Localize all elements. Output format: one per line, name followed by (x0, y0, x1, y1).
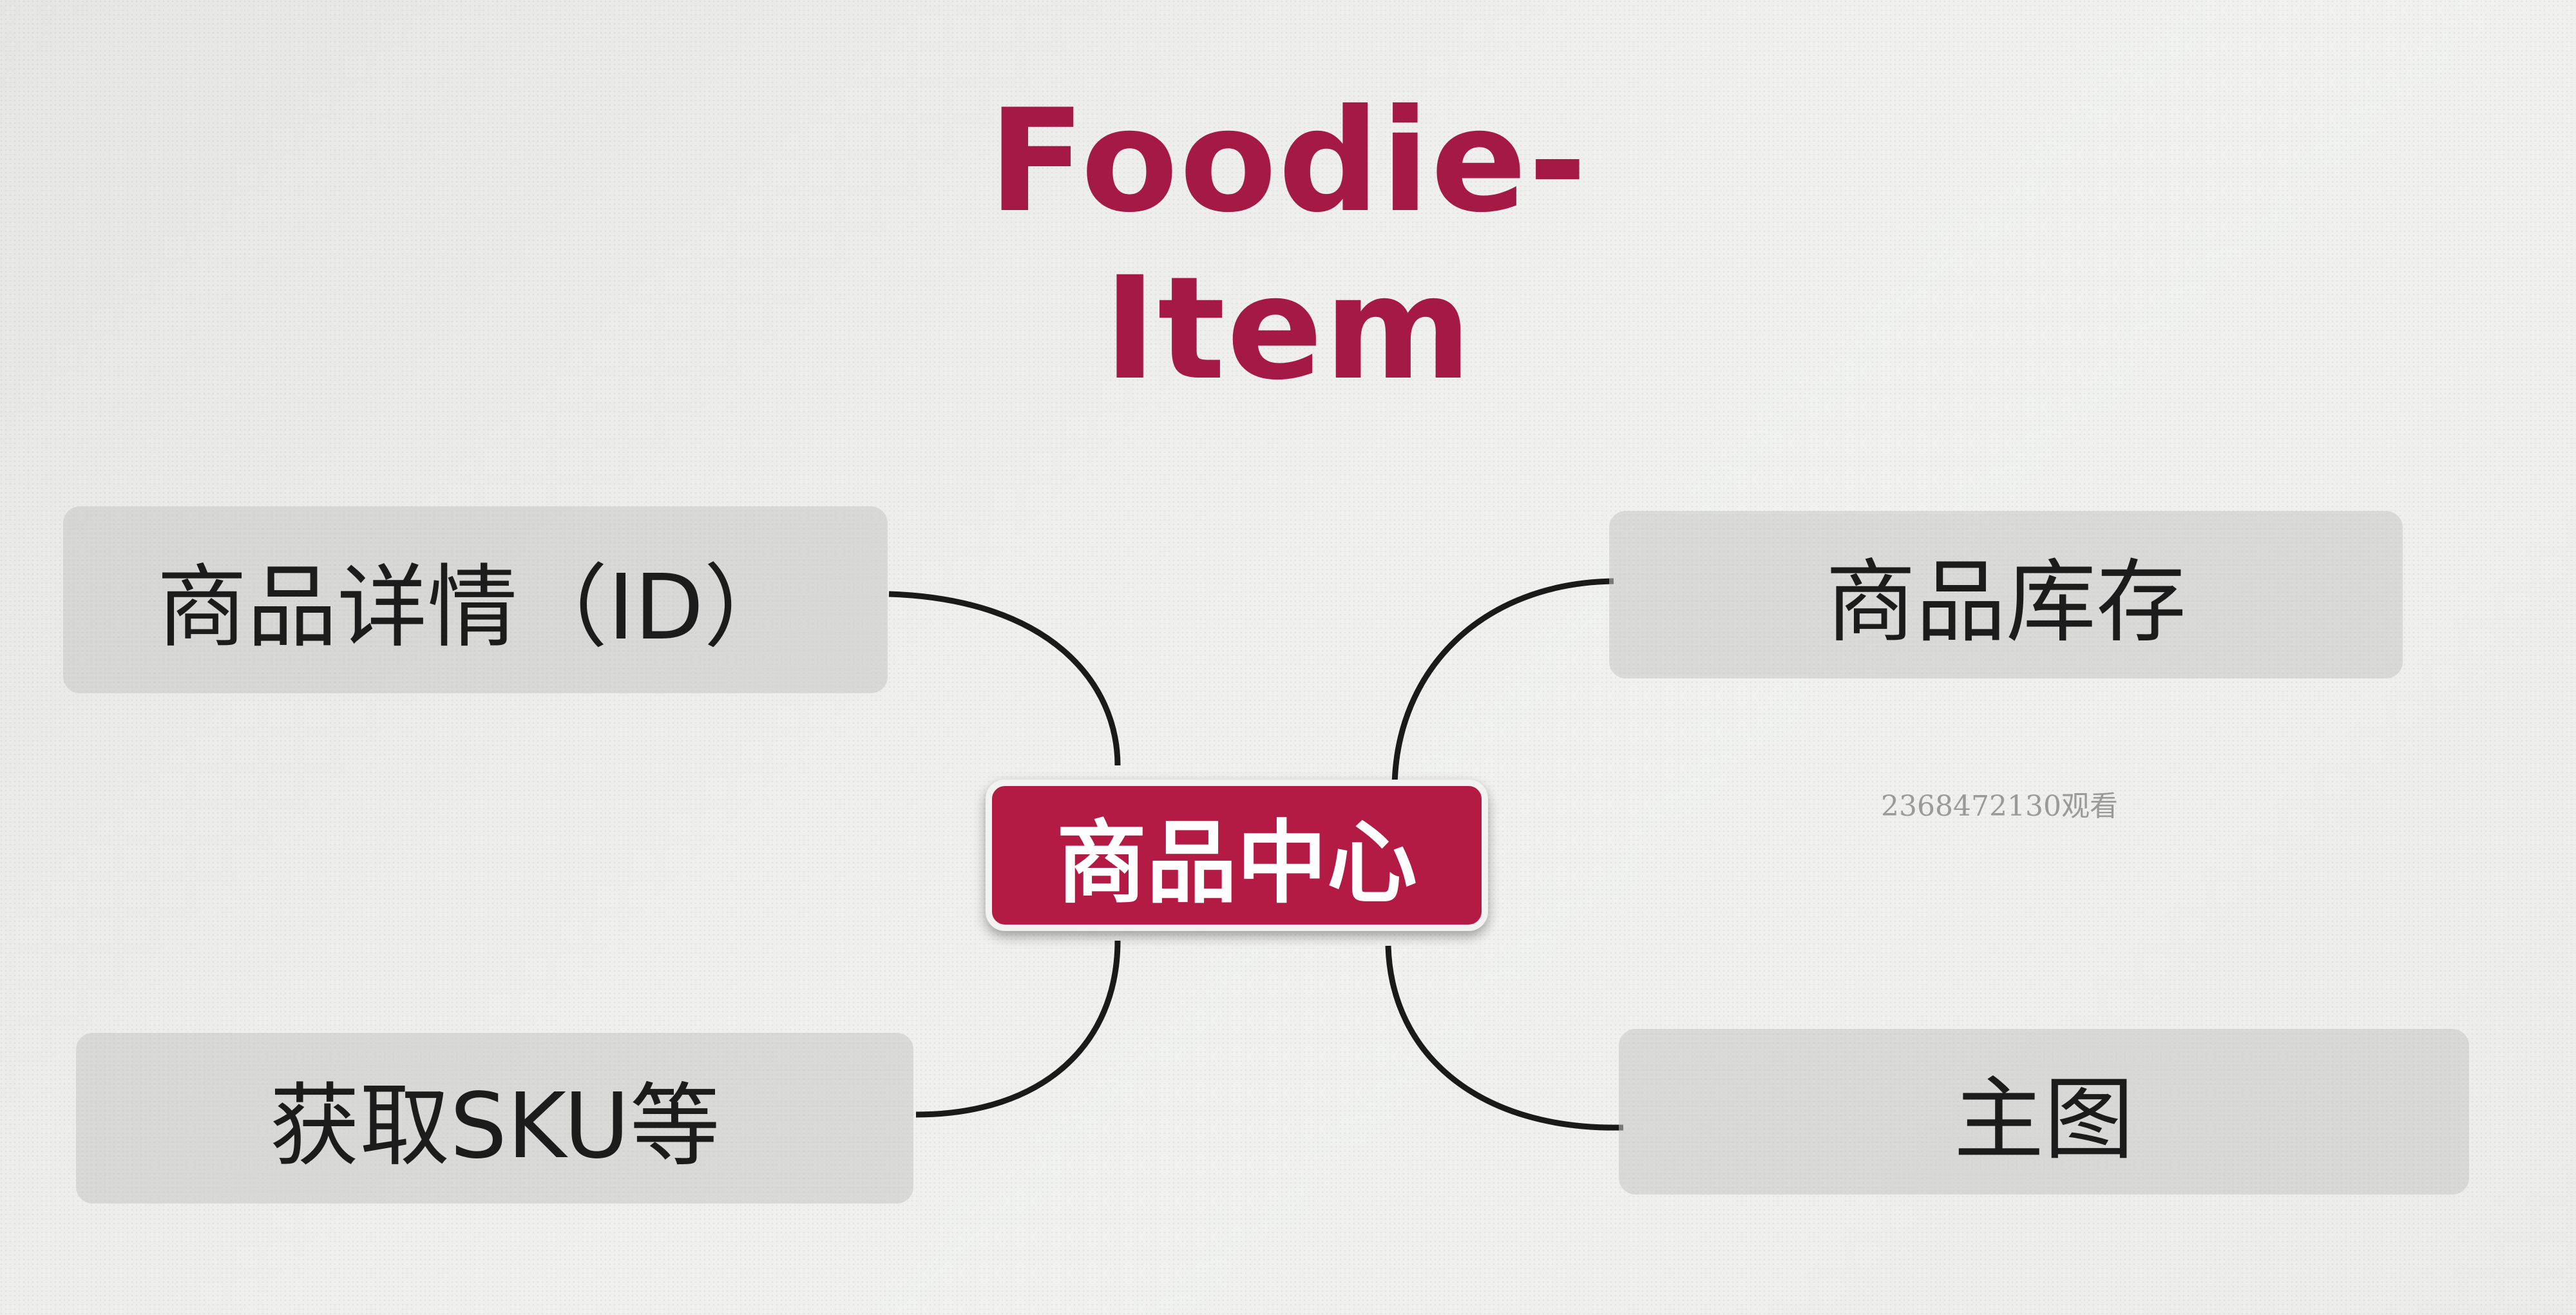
branch-node-main-image: 主图 (1619, 1029, 2469, 1195)
watermark-text: 2368472130观看 (1881, 790, 2118, 823)
connector-bottom-left (915, 940, 1121, 1118)
branch-node-label: 获取SKU等 (269, 1073, 720, 1179)
connector-bottom-right (1385, 945, 1624, 1131)
branch-node-label: 主图 (1953, 1067, 2134, 1173)
branch-node-product-details: 商品详情（ID） (63, 506, 888, 693)
connector-top-left (888, 591, 1121, 766)
branch-node-inventory: 商品库存 (1609, 511, 2403, 678)
branch-node-get-sku: 获取SKU等 (76, 1033, 913, 1204)
connector-top-right (1391, 578, 1614, 787)
center-node-label: 商品中心 (1056, 811, 1417, 916)
center-node-product-center: 商品中心 (986, 780, 1488, 931)
branch-node-label: 商品详情（ID） (157, 555, 794, 660)
branch-node-label: 商品库存 (1825, 550, 2186, 655)
